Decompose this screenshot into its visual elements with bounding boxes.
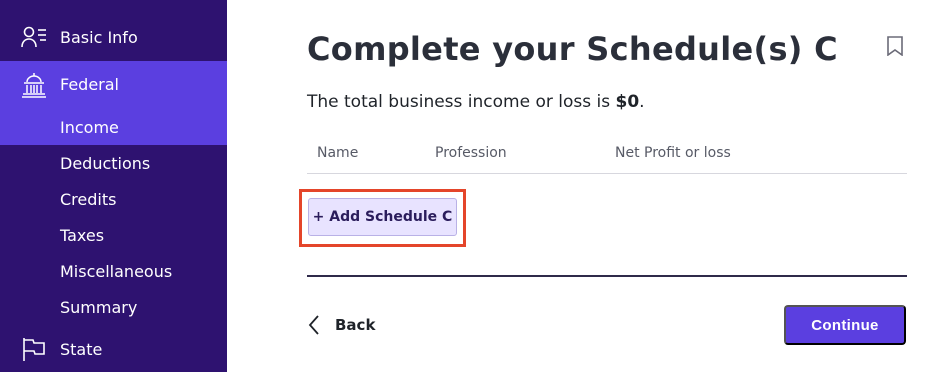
person-list-icon: [21, 24, 47, 50]
capitol-building-icon: [21, 72, 47, 98]
back-button[interactable]: Back: [307, 312, 375, 338]
sidebar-item-state[interactable]: State: [0, 327, 227, 371]
sidebar: Basic Info Federal Income Deductions Cre…: [0, 0, 227, 372]
table-header-divider: [307, 173, 907, 174]
summary-text: The total business income or loss is: [307, 92, 616, 112]
sidebar-item-label: Basic Info: [60, 27, 138, 47]
total-income-value: $0: [615, 92, 640, 112]
sidebar-subitem-deductions[interactable]: Deductions: [60, 154, 150, 173]
bookmark-icon[interactable]: [886, 36, 904, 57]
column-header-profession: Profession: [435, 145, 507, 161]
main-content: Complete your Schedule(s) C The total bu…: [227, 0, 937, 372]
total-income-summary: The total business income or loss is $0.: [307, 92, 645, 112]
flag-icon: [21, 336, 47, 362]
sidebar-subitem-credits[interactable]: Credits: [60, 190, 116, 209]
section-divider: [307, 275, 907, 277]
sidebar-subitem-miscellaneous[interactable]: Miscellaneous: [60, 262, 172, 281]
page-title: Complete your Schedule(s) C: [307, 30, 838, 68]
add-schedule-c-button[interactable]: + Add Schedule C: [308, 198, 457, 236]
back-label: Back: [335, 316, 376, 334]
sidebar-item-label: State: [60, 339, 103, 359]
chevron-left-icon: [307, 314, 321, 336]
summary-punctuation: .: [639, 92, 645, 112]
column-header-net-profit: Net Profit or loss: [615, 145, 731, 161]
sidebar-item-basic-info[interactable]: Basic Info: [0, 15, 227, 59]
sidebar-item-label: Federal: [60, 75, 119, 94]
continue-button[interactable]: Continue: [784, 305, 906, 345]
sidebar-subitem-income[interactable]: Income: [60, 118, 119, 137]
column-header-name: Name: [317, 145, 359, 161]
sidebar-subitem-summary[interactable]: Summary: [60, 298, 137, 317]
sidebar-subitem-taxes[interactable]: Taxes: [60, 226, 104, 245]
